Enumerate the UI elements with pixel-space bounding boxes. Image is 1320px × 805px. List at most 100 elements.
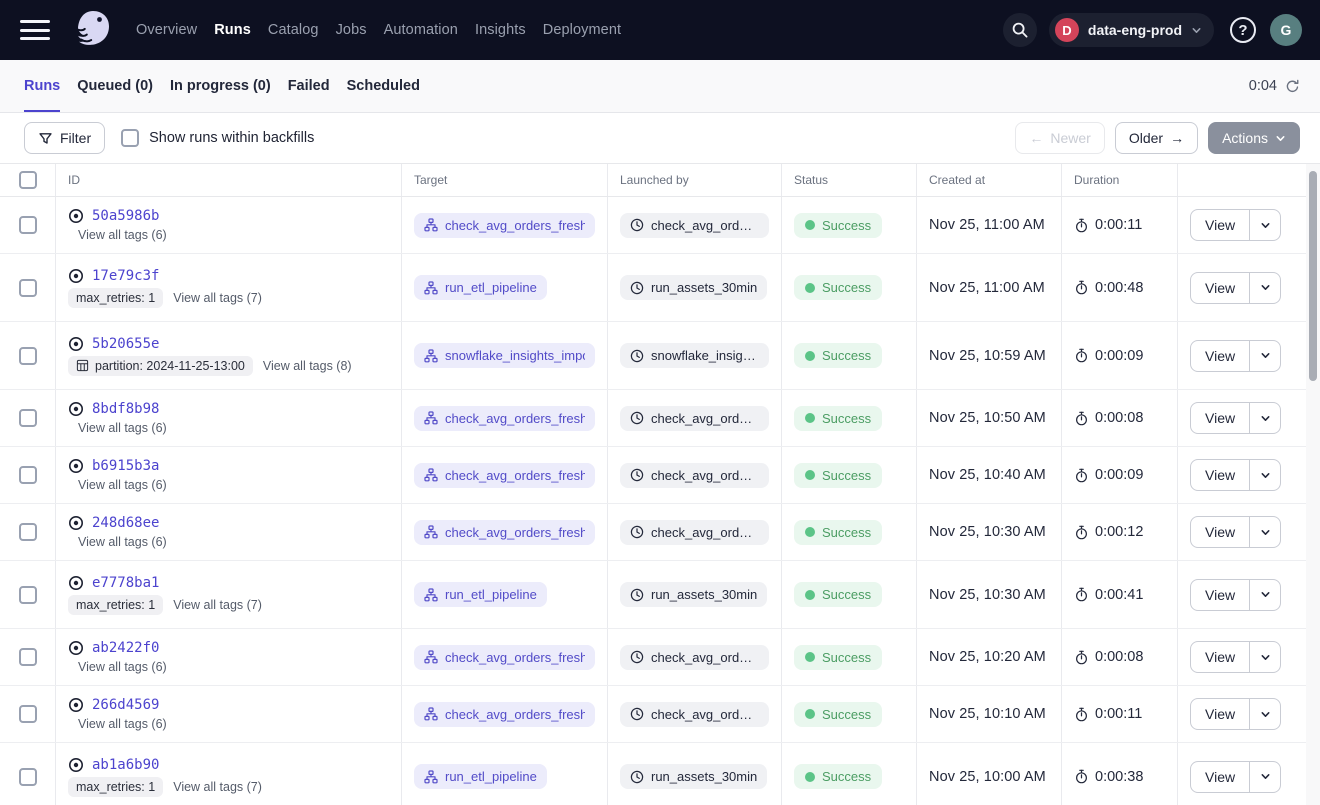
row-checkbox[interactable] [19,648,37,666]
select-all-checkbox[interactable] [19,171,37,189]
row-checkbox[interactable] [19,279,37,297]
view-all-tags-link[interactable]: View all tags (6) [78,228,167,242]
actions-button[interactable]: Actions [1208,122,1300,154]
nav-item-overview[interactable]: Overview [136,22,197,38]
view-button[interactable]: View [1191,273,1250,303]
view-button[interactable]: View [1191,762,1250,792]
nav-item-catalog[interactable]: Catalog [268,22,319,38]
tab-in-progress[interactable]: In progress (0) [170,60,271,112]
target-pill[interactable]: snowflake_insights_import [414,343,595,368]
view-dropdown-button[interactable] [1250,642,1280,672]
help-button[interactable]: ? [1230,17,1256,43]
view-button[interactable]: View [1191,642,1250,672]
view-button[interactable]: View [1191,403,1250,433]
row-checkbox[interactable] [19,768,37,786]
nav-item-runs[interactable]: Runs [214,22,251,38]
view-all-tags-link[interactable]: View all tags (6) [78,421,167,435]
run-id-link[interactable]: 50a5986b [92,208,159,224]
view-dropdown-button[interactable] [1250,273,1280,303]
view-button[interactable]: View [1191,517,1250,547]
show-backfills-checkbox[interactable] [121,129,139,147]
target-pill[interactable]: run_etl_pipeline [414,582,547,607]
view-dropdown-button[interactable] [1250,341,1280,371]
row-checkbox[interactable] [19,705,37,723]
target-pill[interactable]: check_avg_orders_freshne [414,463,595,488]
launched-by-pill[interactable]: run_assets_30min [620,764,767,789]
row-checkbox[interactable] [19,409,37,427]
run-id-link[interactable]: ab1a6b90 [92,757,159,773]
row-checkbox[interactable] [19,586,37,604]
scrollbar-thumb[interactable] [1309,171,1317,381]
target-pill[interactable]: run_etl_pipeline [414,275,547,300]
view-all-tags-link[interactable]: View all tags (7) [173,598,262,612]
view-all-tags-link[interactable]: View all tags (8) [263,359,352,373]
row-checkbox[interactable] [19,347,37,365]
launched-by-pill[interactable]: check_avg_orders_f… [620,520,769,545]
target-pill[interactable]: check_avg_orders_freshne [414,213,595,238]
view-button[interactable]: View [1191,460,1250,490]
tab-scheduled[interactable]: Scheduled [347,60,420,112]
view-dropdown-button[interactable] [1250,762,1280,792]
launched-by-pill[interactable]: check_avg_orders_f… [620,702,769,727]
nav-item-automation[interactable]: Automation [384,22,458,38]
launched-by-pill[interactable]: check_avg_orders_f… [620,406,769,431]
tag-pill[interactable]: max_retries: 1 [68,777,163,797]
target-pill[interactable]: check_avg_orders_freshne [414,645,595,670]
tag-pill[interactable]: max_retries: 1 [68,595,163,615]
view-dropdown-button[interactable] [1250,403,1280,433]
view-dropdown-button[interactable] [1250,210,1280,240]
launched-by-pill[interactable]: run_assets_30min [620,582,767,607]
target-pill[interactable]: run_etl_pipeline [414,764,547,789]
dagster-logo-icon[interactable] [72,8,114,52]
row-checkbox[interactable] [19,216,37,234]
tag-pill[interactable]: partition: 2024-11-25-13:00 [68,356,253,376]
run-id-link[interactable]: b6915b3a [92,458,159,474]
target-pill[interactable]: check_avg_orders_freshne [414,406,595,431]
refresh-icon[interactable] [1285,79,1300,94]
user-avatar[interactable]: G [1270,14,1302,46]
nav-item-jobs[interactable]: Jobs [336,22,367,38]
view-button[interactable]: View [1191,341,1250,371]
scrollbar-track[interactable] [1306,164,1320,805]
launched-by-pill[interactable]: check_avg_orders_f… [620,645,769,670]
run-id-link[interactable]: 8bdf8b98 [92,401,159,417]
launched-by-pill[interactable]: check_avg_orders_f… [620,213,769,238]
view-button[interactable]: View [1191,580,1250,610]
view-dropdown-button[interactable] [1250,517,1280,547]
run-id-link[interactable]: 266d4569 [92,697,159,713]
view-dropdown-button[interactable] [1250,460,1280,490]
target-pill[interactable]: check_avg_orders_freshne [414,520,595,545]
nav-item-deployment[interactable]: Deployment [543,22,621,38]
run-id-link[interactable]: e7778ba1 [92,575,159,591]
filter-button[interactable]: Filter [24,122,105,154]
tab-queued[interactable]: Queued (0) [77,60,153,112]
run-id-link[interactable]: 5b20655e [92,336,159,352]
row-checkbox[interactable] [19,466,37,484]
workspace-switcher[interactable]: D data-eng-prod [1049,13,1214,47]
view-dropdown-button[interactable] [1250,699,1280,729]
newer-button[interactable]: ← Newer [1015,122,1104,154]
view-dropdown-button[interactable] [1250,580,1280,610]
target-pill[interactable]: check_avg_orders_freshne [414,702,595,727]
launched-by-pill[interactable]: check_avg_orders_f… [620,463,769,488]
tab-runs[interactable]: Runs [24,60,60,112]
older-button[interactable]: Older → [1115,122,1198,154]
hamburger-menu-icon[interactable] [20,20,50,40]
view-button[interactable]: View [1191,699,1250,729]
nav-item-insights[interactable]: Insights [475,22,526,38]
view-all-tags-link[interactable]: View all tags (7) [173,780,262,794]
launched-by-pill[interactable]: run_assets_30min [620,275,767,300]
view-all-tags-link[interactable]: View all tags (6) [78,478,167,492]
view-button[interactable]: View [1191,210,1250,240]
view-all-tags-link[interactable]: View all tags (6) [78,717,167,731]
tab-failed[interactable]: Failed [288,60,330,112]
tag-pill[interactable]: max_retries: 1 [68,288,163,308]
launched-by-pill[interactable]: snowflake_insights_… [620,343,769,368]
run-id-link[interactable]: ab2422f0 [92,640,159,656]
search-button[interactable] [1003,13,1037,47]
row-checkbox[interactable] [19,523,37,541]
run-id-link[interactable]: 248d68ee [92,515,159,531]
view-all-tags-link[interactable]: View all tags (7) [173,291,262,305]
view-all-tags-link[interactable]: View all tags (6) [78,660,167,674]
view-all-tags-link[interactable]: View all tags (6) [78,535,167,549]
